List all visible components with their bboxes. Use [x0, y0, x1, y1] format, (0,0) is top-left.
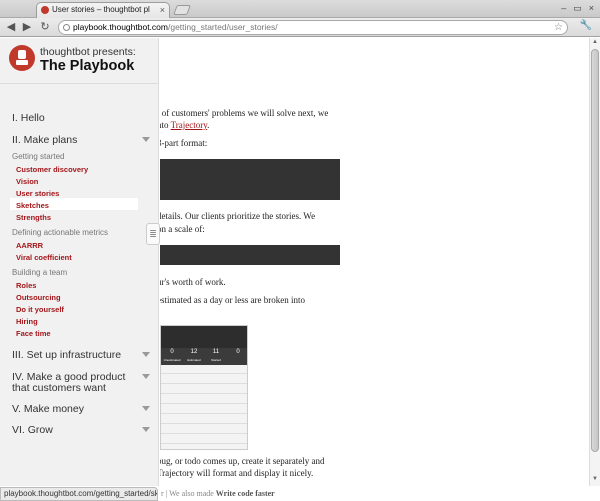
chevron-down-icon[interactable]: [142, 427, 150, 432]
section-label: that customers want: [12, 382, 106, 394]
screenshot-stats: 0 Unestimated 12 Estimated 11 Started 0: [161, 348, 247, 365]
robot-logo-icon: [9, 45, 35, 71]
screenshot-header: [161, 326, 247, 348]
scrollbar-thumb[interactable]: [591, 49, 599, 452]
sidebar-section-grow[interactable]: VI. Grow: [12, 424, 152, 436]
screenshot-row: [161, 416, 247, 424]
screenshot-row: [161, 436, 247, 444]
paragraph-line: nto Trajectory.: [160, 120, 210, 130]
stat-unestimated: 0 Unestimated: [163, 349, 181, 362]
url-path: /getting_started/user_stories/: [167, 22, 278, 32]
screenshot-row: [161, 386, 247, 394]
vertical-scrollbar[interactable]: ▲ ▼: [589, 38, 600, 486]
main-content: t of customers' problems we will solve n…: [160, 38, 589, 486]
group-actionable-metrics: Defining actionable metrics: [12, 228, 109, 237]
sidebar-section-good-product-line2: that customers want: [12, 382, 152, 394]
trajectory-screenshot-image: 0 Unestimated 12 Estimated 11 Started 0: [160, 325, 248, 450]
brand-presents: thoughtbot presents:: [40, 46, 136, 58]
section-label: V. Make money: [12, 403, 84, 415]
screenshot-row: [161, 376, 247, 384]
browser-toolbar: ◀ ▶ ↻ playbook.thoughtbot.com/getting_st…: [0, 18, 600, 37]
stat-started: 11 Started: [211, 349, 221, 362]
sidebar-section-make-money[interactable]: V. Make money: [12, 403, 152, 415]
sidebar-item-sketches[interactable]: Sketches: [16, 201, 49, 210]
footer-text: r | We also made Write code faster: [161, 489, 275, 498]
sidebar-section-infrastructure[interactable]: III. Set up infrastructure: [12, 349, 152, 361]
sidebar-item-face-time[interactable]: Face time: [16, 329, 51, 338]
back-icon[interactable]: ◀: [4, 20, 18, 34]
sidebar-item-viral-coefficient[interactable]: Viral coefficient: [16, 253, 72, 262]
paragraph-line: on a scale of:: [160, 224, 205, 234]
screenshot-row: [161, 396, 247, 404]
sidebar-item-hiring[interactable]: Hiring: [16, 317, 38, 326]
maximize-icon[interactable]: ▭: [573, 3, 582, 14]
bookmark-star-icon[interactable]: ☆: [554, 21, 563, 34]
paragraph-line: estimated as a day or less are broken in…: [160, 295, 305, 305]
favicon-icon: [41, 6, 49, 14]
forward-icon[interactable]: ▶: [20, 20, 34, 34]
code-block: [160, 245, 340, 265]
sidebar-item-aarrr[interactable]: AARRR: [16, 241, 43, 250]
chevron-down-icon[interactable]: [142, 374, 150, 379]
sidebar-item-strengths[interactable]: Strengths: [16, 213, 51, 222]
stat-estimated: 12 Estimated: [187, 349, 201, 362]
globe-icon: [63, 24, 70, 31]
screenshot-row: [161, 426, 247, 434]
group-building-team: Building a team: [12, 268, 68, 277]
address-bar[interactable]: playbook.thoughtbot.com/getting_started/…: [58, 20, 568, 35]
paragraph-line: details. Our clients prioritize the stor…: [160, 211, 316, 221]
brand-title: The Playbook: [40, 58, 135, 74]
sidebar-item-roles[interactable]: Roles: [16, 281, 36, 290]
paragraph-line: ur's worth of work.: [160, 277, 226, 287]
section-label: I. Hello: [12, 112, 45, 124]
sidebar-item-do-it-yourself[interactable]: Do it yourself: [16, 305, 64, 314]
chevron-down-icon[interactable]: [142, 352, 150, 357]
url-domain: playbook.thoughtbot.com: [73, 22, 168, 32]
new-tab-button[interactable]: [173, 5, 191, 15]
paragraph-line: 3-part format:: [160, 138, 208, 148]
minimize-icon[interactable]: –: [561, 3, 566, 14]
window-controls: – ▭ ×: [561, 3, 594, 14]
close-tab-icon[interactable]: ×: [160, 3, 165, 17]
chevron-down-icon[interactable]: [142, 137, 150, 142]
sidebar-item-outsourcing[interactable]: Outsourcing: [16, 293, 61, 302]
paragraph-line: Trajectory will format and display it ni…: [160, 468, 314, 478]
code-block: [160, 159, 340, 200]
stat-other: 0: [236, 349, 240, 355]
write-code-faster-link[interactable]: Write code faster: [216, 489, 275, 498]
sidebar: thoughtbot presents: The Playbook I. Hel…: [0, 38, 159, 486]
trajectory-link[interactable]: Trajectory: [171, 120, 208, 130]
wrench-icon[interactable]: 🔧: [580, 20, 592, 31]
tab-strip: User stories – thoughtbot pl × – ▭ ×: [0, 0, 600, 18]
section-label: III. Set up infrastructure: [12, 349, 122, 361]
scroll-down-icon[interactable]: ▼: [591, 476, 599, 482]
sidebar-item-user-stories[interactable]: User stories: [16, 189, 59, 198]
chevron-down-icon[interactable]: [142, 406, 150, 411]
sidebar-section-make-plans[interactable]: II. Make plans: [12, 134, 152, 146]
section-label: II. Make plans: [12, 134, 78, 146]
sidebar-section-hello[interactable]: I. Hello: [12, 112, 152, 124]
screenshot-row: [161, 406, 247, 414]
tab-user-stories[interactable]: User stories – thoughtbot pl ×: [36, 2, 170, 18]
close-window-icon[interactable]: ×: [589, 3, 594, 14]
reload-icon[interactable]: ↻: [38, 20, 52, 34]
sidebar-item-vision[interactable]: Vision: [16, 177, 38, 186]
status-bar-url: playbook.thoughtbot.com/getting_started/…: [0, 487, 158, 501]
group-getting-started: Getting started: [12, 152, 65, 161]
brand-header[interactable]: thoughtbot presents: The Playbook: [0, 38, 159, 84]
sidebar-resize-handle[interactable]: ≣: [146, 223, 160, 245]
section-label: VI. Grow: [12, 424, 53, 436]
paragraph-line: t of customers' problems we will solve n…: [160, 108, 329, 118]
tab-title: User stories – thoughtbot pl: [52, 5, 150, 14]
scroll-up-icon[interactable]: ▲: [591, 39, 599, 45]
screenshot-row: [161, 366, 247, 374]
sidebar-item-customer-discovery[interactable]: Customer discovery: [16, 165, 88, 174]
paragraph-line: bug, or todo comes up, create it separat…: [160, 456, 325, 466]
